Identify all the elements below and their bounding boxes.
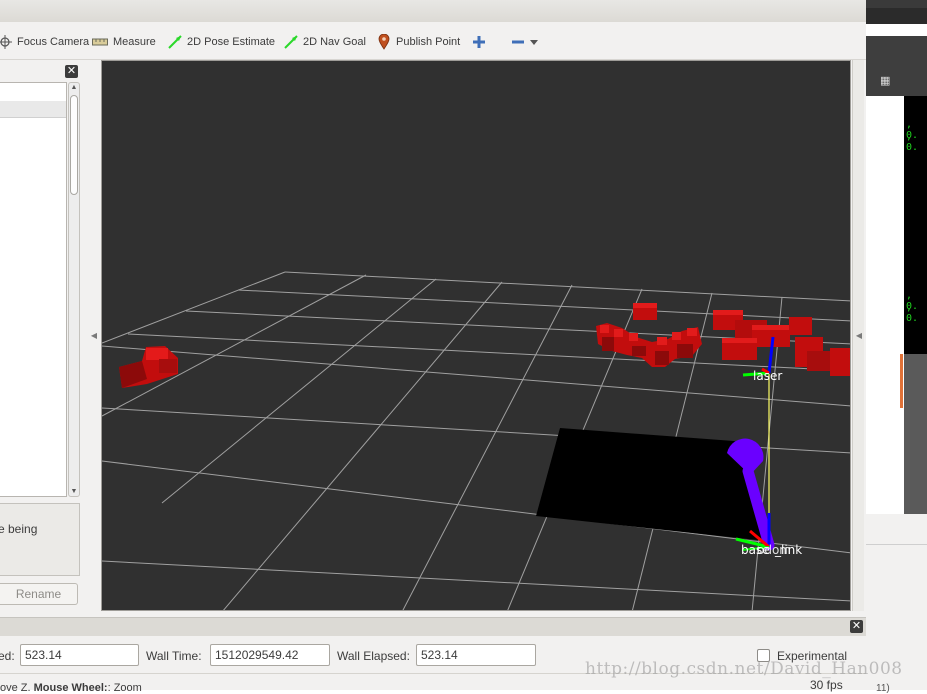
frame-label-laser: laser xyxy=(753,369,782,383)
terminal-side-panel xyxy=(866,96,904,514)
status-hint: ove Z. Mouse Wheel:: Zoom xyxy=(0,682,142,694)
frame-label-odom: odom xyxy=(757,543,791,557)
wall-time-label: Wall Time: xyxy=(146,649,202,663)
green-arrow-icon xyxy=(168,35,182,49)
terminal-scrollbar[interactable] xyxy=(900,354,903,408)
focus-camera-icon xyxy=(0,35,12,49)
displays-scrollbar[interactable]: ▲ ▼ xyxy=(68,82,80,497)
ros-elapsed-label: ed: xyxy=(0,649,15,663)
terminal-line: , 0. xyxy=(906,302,919,324)
minus-icon xyxy=(511,35,525,49)
scroll-down-icon[interactable]: ▼ xyxy=(69,488,79,495)
splitter-left-icon[interactable]: ◀ xyxy=(90,331,98,341)
rviz-window: Focus Camera Measure 2D Pose Estimate 2D… xyxy=(0,0,866,694)
tool-2d-nav-goal[interactable]: 2D Nav Goal xyxy=(284,33,366,51)
add-tool-button[interactable] xyxy=(472,33,486,51)
tool-measure[interactable]: Measure xyxy=(92,33,156,51)
scene-canvas[interactable]: laser base _link odom xyxy=(102,61,851,611)
desktop-strip xyxy=(866,0,927,8)
map-pin-icon xyxy=(377,34,391,50)
tool-label: Publish Point xyxy=(396,36,461,48)
background-divider xyxy=(866,544,927,545)
tool-2d-pose-estimate[interactable]: 2D Pose Estimate xyxy=(168,33,275,51)
tool-label: 2D Pose Estimate xyxy=(187,36,276,48)
render-3d-view[interactable]: laser base _link odom xyxy=(101,60,851,611)
displays-tree[interactable] xyxy=(0,82,67,497)
ros-elapsed-field[interactable]: 523.14 xyxy=(20,644,139,666)
status-hint-bold: Mouse Wheel: xyxy=(33,682,108,694)
toolbar: Focus Camera Measure 2D Pose Estimate 2D… xyxy=(0,24,866,60)
tool-focus-camera[interactable]: Focus Camera xyxy=(0,33,89,51)
tool-label: Focus Camera xyxy=(17,36,90,48)
description-text: e being xyxy=(0,522,38,536)
splitter-right-icon[interactable]: ◀ xyxy=(855,331,863,341)
plus-icon xyxy=(472,35,486,49)
wall-elapsed-field[interactable]: 523.14 xyxy=(416,644,536,666)
watermark: http://blog.csdn.net/David_Han008 xyxy=(585,659,903,679)
app-grid-icon[interactable]: ▦ xyxy=(880,75,892,87)
chevron-down-icon[interactable] xyxy=(530,35,538,49)
ruler-icon xyxy=(92,35,108,49)
tool-label: Measure xyxy=(113,36,156,48)
display-description: e being xyxy=(0,503,80,576)
rename-button[interactable]: Rename xyxy=(0,583,78,605)
terminal-header xyxy=(866,36,927,96)
status-hint-prefix: ove Z. xyxy=(0,682,34,694)
laser-scan-cloud xyxy=(119,303,850,388)
close-panel-button[interactable]: ✕ xyxy=(65,65,78,78)
background-text: 11) xyxy=(876,683,890,694)
scroll-up-icon[interactable]: ▲ xyxy=(69,84,79,91)
scroll-thumb[interactable] xyxy=(70,95,78,195)
terminal-line: , 0. xyxy=(906,131,919,153)
close-time-panel-button[interactable]: ✕ xyxy=(850,620,863,633)
green-arrow-icon xyxy=(284,35,298,49)
wall-time-field[interactable]: 1512029549.42 xyxy=(210,644,330,666)
tool-publish-point[interactable]: Publish Point xyxy=(377,33,460,51)
remove-tool-button[interactable] xyxy=(511,33,538,51)
window-titlebar[interactable] xyxy=(0,0,866,22)
status-hint-suffix: : Zoom xyxy=(107,682,142,694)
tree-row[interactable] xyxy=(0,101,66,118)
wall-elapsed-label: Wall Elapsed: xyxy=(337,649,410,663)
time-panel-header xyxy=(0,617,866,636)
tool-label: 2D Nav Goal xyxy=(303,36,366,48)
